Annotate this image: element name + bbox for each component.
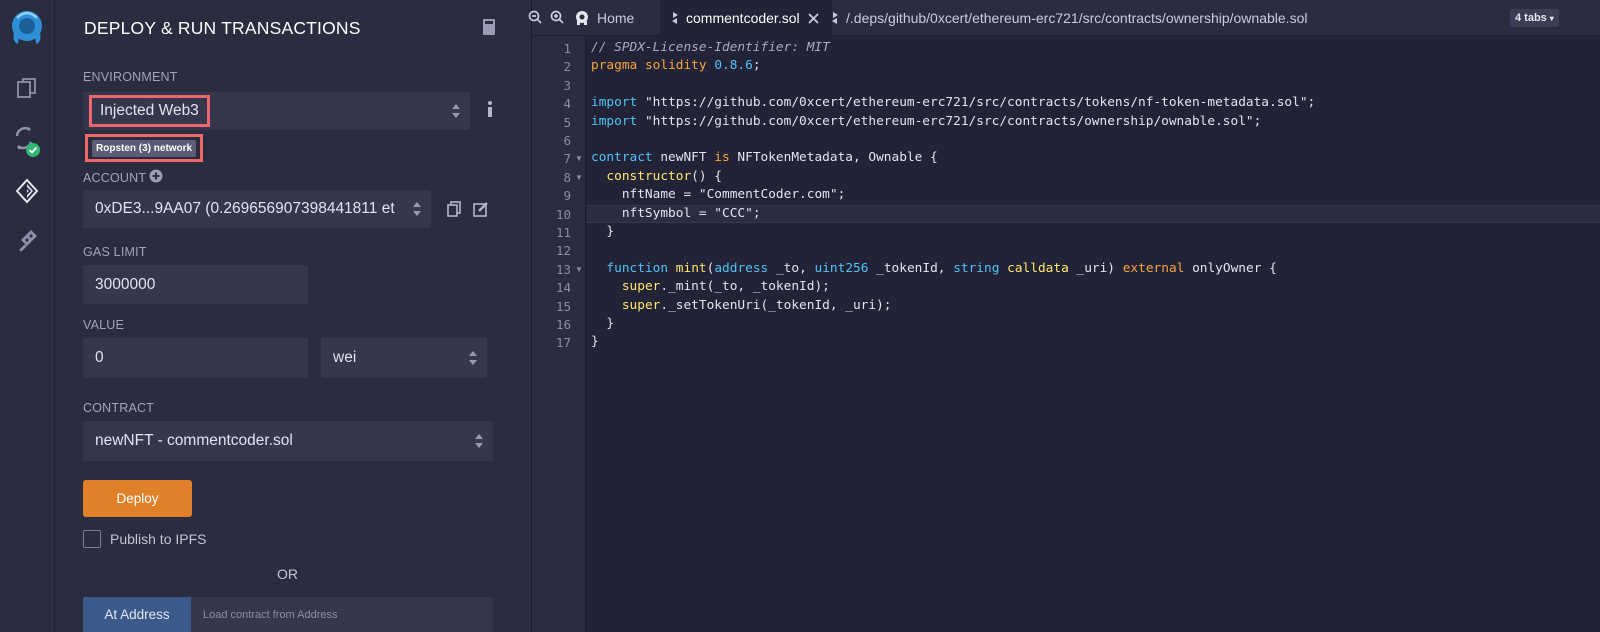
code-line: nftName = "CommentCoder.com";: [591, 187, 846, 203]
gas-limit-label: GAS LIMIT: [83, 245, 147, 259]
line-number: 6: [563, 133, 571, 148]
zoom-out-icon[interactable]: [528, 10, 542, 29]
deploy-run-icon[interactable]: [0, 178, 54, 204]
code-line: pragma solidity 0.8.6;: [591, 58, 761, 74]
solidity-file-icon: [830, 11, 840, 25]
value-label: VALUE: [83, 318, 125, 332]
code-line: contract newNFT is NFTokenMetadata, Owna…: [591, 150, 938, 166]
home-icon: [574, 10, 590, 26]
close-tab-icon[interactable]: [807, 12, 819, 24]
code-line: }: [591, 224, 615, 239]
select-arrows-icon: [469, 351, 477, 365]
network-badge: Ropsten (3) network: [92, 139, 197, 157]
fold-arrow-icon[interactable]: ▼: [575, 154, 583, 163]
line-number: 11: [555, 225, 571, 240]
environment-select[interactable]: Injected Web3: [83, 92, 470, 130]
code-line: function mint(address _to, uint256 _toke…: [606, 260, 1277, 276]
icon-rail: [0, 0, 54, 632]
remix-logo-icon[interactable]: [0, 6, 54, 50]
at-address-group: At Address Load contract from Address: [83, 597, 493, 632]
edit-icon[interactable]: [473, 201, 489, 222]
code-line: super._setTokenUri(_tokenId, _uri);: [621, 297, 892, 313]
line-number: 7: [563, 151, 571, 167]
line-number: 5: [563, 114, 571, 130]
line-number: 9: [563, 188, 571, 204]
code-line: import "https://github.com/0xcert/ethere…: [591, 95, 1316, 111]
line-number: 1: [563, 41, 571, 56]
tab-ownable[interactable]: /.deps/github/0xcert/ethereum-erc721/src…: [830, 0, 1307, 36]
account-select[interactable]: 0xDE3...9AA07 (0.26965690739844181​1 et: [83, 190, 431, 228]
info-icon[interactable]: [486, 100, 494, 123]
editor-tab-bar: Home commentcoder.sol /.deps/github/0xce…: [528, 0, 1600, 36]
line-number: 17: [555, 335, 571, 351]
fold-arrow-icon[interactable]: ▼: [575, 173, 583, 182]
at-address-input[interactable]: Load contract from Address: [203, 597, 338, 632]
line-number: 3: [563, 77, 571, 93]
code-line: nftSymbol = "CCC";: [591, 205, 761, 221]
tabs-count-dropdown[interactable]: 4 tabs ▾: [1510, 9, 1559, 27]
tab-commentcoder-label: commentcoder.sol: [686, 10, 800, 26]
contract-select[interactable]: newNFT - commentcoder.sol: [83, 421, 493, 461]
add-account-icon[interactable]: [149, 169, 163, 188]
line-number: 16: [555, 317, 571, 332]
line-number: 8: [563, 169, 571, 185]
zoom-in-icon[interactable]: [550, 10, 564, 29]
line-number: 15: [555, 298, 571, 314]
select-arrows-icon: [452, 104, 460, 118]
contract-label: CONTRACT: [83, 401, 155, 415]
line-number: 13: [555, 261, 571, 277]
publish-ipfs-label: Publish to IPFS: [110, 531, 207, 547]
code-line: import "https://github.com/0xcert/ethere…: [591, 113, 1262, 129]
deploy-button[interactable]: Deploy: [83, 480, 192, 517]
or-divider: OR: [277, 566, 298, 582]
network-badge-highlight: Ropsten (3) network: [85, 134, 204, 162]
line-number: 12: [555, 243, 571, 259]
select-arrows-icon: [475, 434, 483, 448]
code-line: constructor() {: [606, 168, 722, 184]
code-editor: Home commentcoder.sol /.deps/github/0xce…: [528, 0, 1600, 632]
tab-commentcoder[interactable]: commentcoder.sol: [660, 0, 832, 36]
value-input[interactable]: 0: [83, 338, 308, 378]
line-gutter: 1 2 3 4 5 6 7 ▼ 8 ▼ 9 10 11 12 13 ▼ 14 15 16 17: [532, 36, 586, 632]
docs-book-icon[interactable]: [481, 18, 497, 41]
value-unit-select[interactable]: wei: [321, 338, 487, 378]
publish-ipfs-checkbox[interactable]: [83, 530, 101, 548]
plugin-manager-icon[interactable]: [0, 228, 54, 254]
tab-ownable-label: /.deps/github/0xcert/ethereum-erc721/src…: [846, 10, 1308, 26]
value-unit: wei: [333, 349, 357, 366]
environment-label: ENVIRONMENT: [83, 70, 178, 84]
line-number: 4: [563, 96, 571, 112]
deploy-run-panel: DEPLOY & RUN TRANSACTIONS ENVIRONMENT In…: [54, 0, 532, 632]
code-line: }: [591, 316, 615, 331]
line-number: 2: [563, 59, 571, 75]
solidity-compiler-icon[interactable]: [0, 124, 54, 160]
code-line: super._mint(_to, _tokenId);: [621, 279, 830, 295]
line-number: 14: [555, 280, 571, 296]
account-value: 0xDE3...9AA07 (0.26965690739844181​1 et: [95, 200, 395, 217]
code-line: // SPDX-License-Identifier: MIT: [591, 40, 830, 55]
at-address-button[interactable]: At Address: [83, 597, 191, 632]
solidity-file-icon: [670, 11, 680, 25]
tabs-count-label: 4 tabs: [1515, 12, 1547, 24]
fold-arrow-icon[interactable]: ▼: [575, 265, 583, 274]
gas-limit-input[interactable]: 3000000: [83, 265, 308, 304]
code-line: }: [591, 334, 599, 350]
line-number: 10: [555, 206, 571, 222]
account-label: ACCOUNT: [83, 171, 147, 185]
chevron-down-icon: ▾: [1549, 13, 1554, 23]
tab-home[interactable]: Home: [574, 0, 634, 36]
panel-title: DEPLOY & RUN TRANSACTIONS: [84, 18, 361, 38]
code-area[interactable]: // SPDX-License-Identifier: MIT pragma so…: [587, 36, 1600, 632]
select-arrows-icon: [413, 202, 421, 216]
contract-value: newNFT - commentcoder.sol: [95, 432, 293, 449]
file-explorer-icon[interactable]: [0, 76, 54, 100]
copy-icon[interactable]: [447, 201, 461, 222]
environment-value: Injected Web3: [89, 95, 210, 127]
tab-home-label: Home: [597, 10, 635, 26]
